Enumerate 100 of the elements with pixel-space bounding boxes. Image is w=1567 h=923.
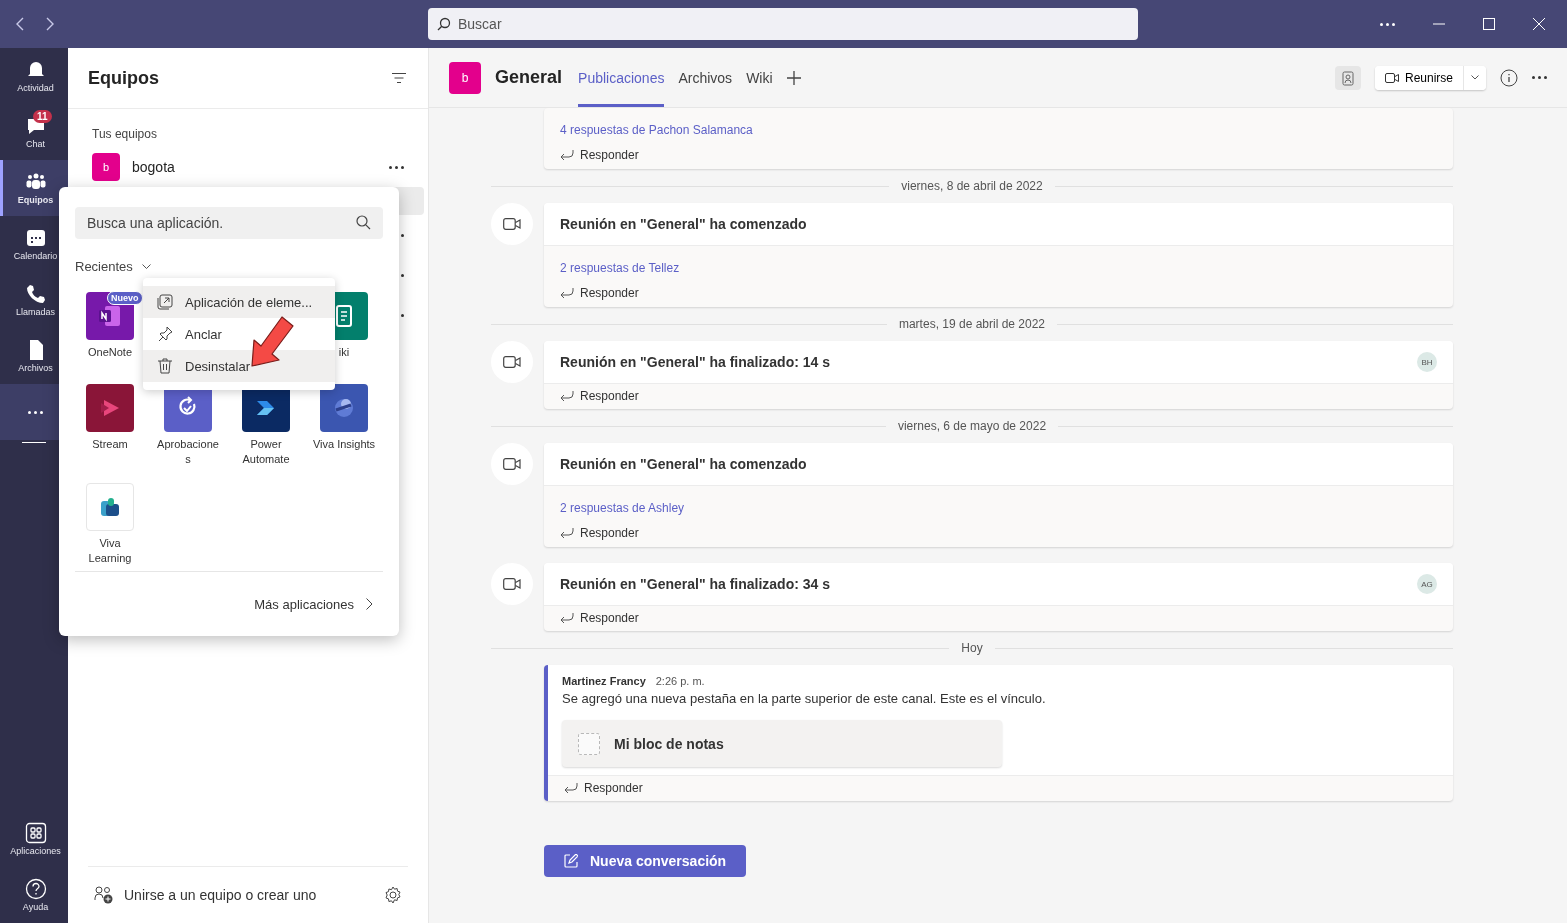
rail-item[interactable]: Aplicaciones [0, 811, 68, 867]
chevron-icon[interactable] [366, 598, 373, 610]
back-icon[interactable] [15, 17, 25, 31]
forward-icon[interactable] [45, 17, 55, 31]
channel-tab[interactable]: Archivos [678, 48, 733, 107]
reply-button[interactable]: Responder [560, 286, 639, 300]
reply-icon [560, 150, 574, 160]
help-icon [24, 878, 47, 900]
message-text: Se agregó una nueva pestaña en la parte superior de este canal. Este es el vínculo. [562, 691, 1047, 706]
compose-icon [564, 854, 578, 868]
new-badge: Nuevo [107, 291, 143, 305]
rail-item[interactable]: Equipos [0, 160, 68, 216]
unread-badge: 11 [33, 110, 52, 123]
post-title: Reunión en "General" ha finalizado: 34 s [560, 576, 830, 592]
rail-item[interactable]: Actividad [0, 48, 68, 104]
filter-icon[interactable] [392, 73, 406, 83]
add-tab-icon[interactable] [786, 70, 801, 85]
open-icon [157, 294, 173, 310]
post-title: Reunión en "General" ha comenzado [560, 216, 807, 232]
reply-icon [560, 391, 574, 401]
app-name: OneNote [87, 345, 133, 360]
reply-button[interactable]: Responder [560, 148, 639, 162]
tab-card[interactable]: Mi bloc de notas [562, 720, 1002, 767]
user-avatar: BH [1417, 352, 1437, 372]
more-apps-link[interactable]: Más aplicaciones [254, 596, 354, 612]
app-name: Aprobaciones [156, 437, 220, 467]
menu-item[interactable]: Desinstalar [143, 350, 335, 382]
video-icon [1384, 72, 1399, 83]
channel-tab[interactable]: Wiki [746, 48, 773, 107]
app-name: Viva Insights [311, 437, 377, 452]
phone-icon [24, 283, 47, 305]
app-icon[interactable] [320, 384, 368, 432]
reply-button[interactable]: Responder [564, 781, 643, 795]
replies-link[interactable]: 2 respuestas de Tellez [560, 261, 680, 275]
search-icon [356, 215, 371, 230]
video-icon [491, 203, 533, 245]
replies-link[interactable]: 2 respuestas de Ashley [560, 501, 685, 515]
team-name: bogota [132, 159, 175, 175]
app-name: Viva Learning [87, 536, 133, 566]
pin-icon [157, 326, 173, 342]
post-time: 2:26 p. m. [655, 675, 705, 687]
reply-icon [560, 288, 574, 298]
rail-item[interactable]: Archivos [0, 328, 68, 384]
join-team-link[interactable]: Unirse a un equipo o crear uno [124, 887, 374, 903]
rail-item[interactable]: Chat 11 [0, 104, 68, 160]
author-name: Martinez Francy [562, 675, 646, 687]
post-title: Reunión en "General" ha finalizado: 14 s [560, 354, 830, 370]
channel-avatar: b [449, 61, 481, 94]
rail-item[interactable]: Llamadas [0, 272, 68, 328]
app-name: iki [337, 345, 351, 360]
panel-title: Equipos [88, 67, 159, 89]
maximize-icon[interactable] [1483, 18, 1495, 30]
menu-item[interactable]: Anclar [143, 318, 335, 350]
add-people-icon [94, 886, 114, 904]
date-separator: Hoy [961, 641, 983, 655]
video-icon [491, 563, 533, 605]
date-separator: viernes, 8 de abril de 2022 [901, 179, 1043, 193]
apps-icon [24, 822, 47, 844]
clipboard-icon[interactable] [1334, 65, 1361, 90]
reply-icon [564, 783, 578, 793]
team-avatar: b [92, 153, 120, 181]
tab-name: Mi bloc de notas [614, 735, 724, 752]
channel-name: General [495, 67, 563, 88]
reply-button[interactable]: Responder [560, 611, 639, 625]
date-separator: martes, 19 de abril de 2022 [898, 317, 1046, 331]
section-label: Tus equipos [91, 127, 158, 141]
reply-button[interactable]: Responder [560, 389, 639, 403]
app-icon[interactable] [86, 483, 134, 531]
app-name: Power Automate [241, 437, 291, 467]
chevron-icon [141, 263, 151, 270]
info-icon[interactable] [1500, 68, 1518, 87]
recent-dropdown[interactable]: Recientes [75, 259, 151, 274]
team-row[interactable]: b bogota [72, 147, 424, 187]
new-conversation-button[interactable]: Nueva conversación [544, 845, 747, 877]
search-field[interactable]: Buscar [428, 8, 1138, 40]
app-search-field[interactable]: Busca una aplicación. [75, 207, 383, 239]
close-icon[interactable] [1533, 18, 1545, 30]
placeholder-icon [578, 732, 600, 755]
user-avatar: AG [1417, 574, 1437, 594]
more-icon[interactable] [389, 165, 404, 169]
replies-link[interactable]: 4 respuestas de Pachon Salamanca [560, 123, 753, 137]
reply-icon [560, 613, 574, 623]
reply-icon [560, 528, 574, 538]
trash-icon [157, 358, 173, 374]
menu-item[interactable]: Aplicación de eleme... [143, 286, 335, 318]
date-separator: viernes, 6 de mayo de 2022 [897, 419, 1047, 433]
app-name: Stream [91, 437, 129, 452]
rail-item[interactable]: Ayuda [0, 867, 68, 923]
calendar-icon [24, 227, 47, 249]
meet-button[interactable]: Reunirse [1374, 65, 1464, 90]
caret-icon [1471, 75, 1479, 80]
more-icon[interactable] [1532, 76, 1547, 79]
video-icon [491, 341, 533, 383]
rail-item[interactable]: Calendario [0, 216, 68, 272]
post-title: Reunión en "General" ha comenzado [560, 456, 807, 472]
video-icon [491, 443, 533, 485]
reply-button[interactable]: Responder [560, 526, 639, 540]
more-icon[interactable] [1380, 22, 1395, 26]
settings-icon[interactable] [384, 886, 402, 904]
search-icon [437, 17, 451, 31]
